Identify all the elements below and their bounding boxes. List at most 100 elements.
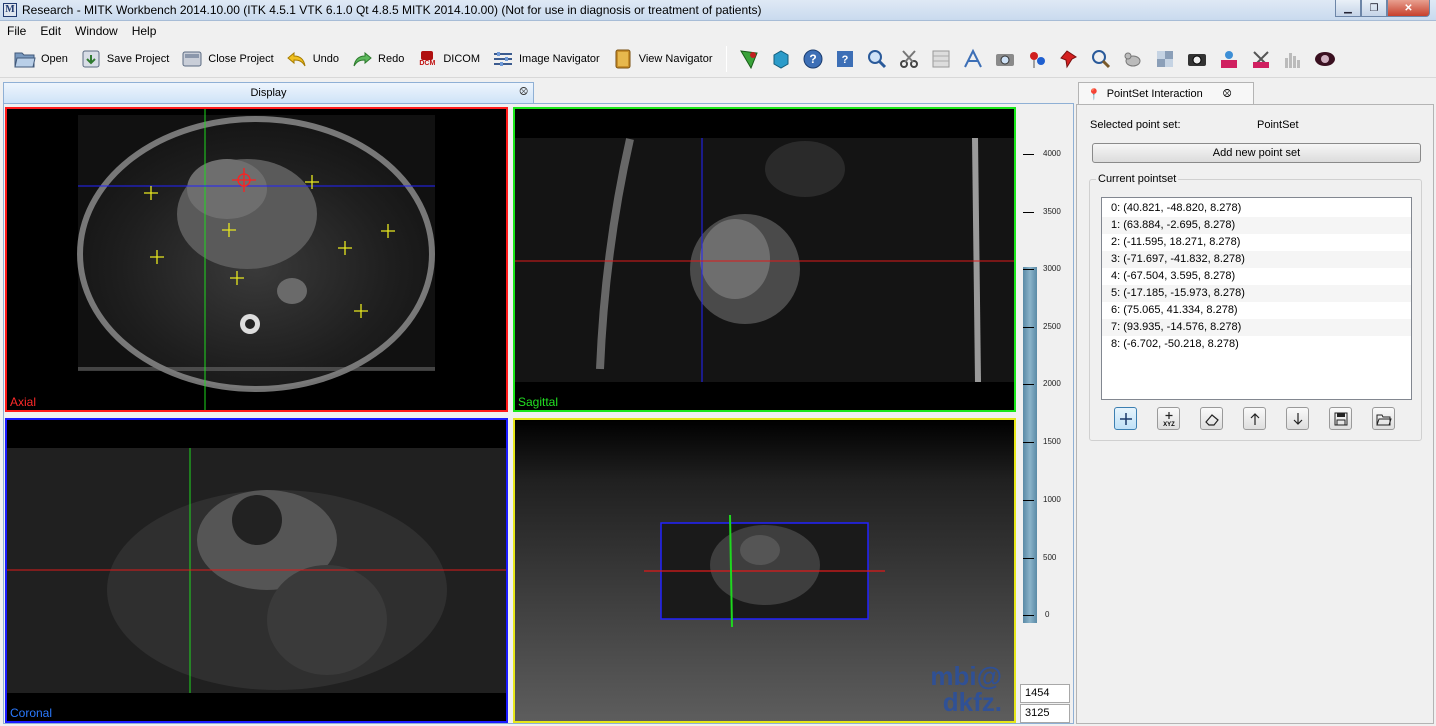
scale-label: 3000 [1043, 264, 1061, 273]
close-window-button[interactable]: ✕ [1387, 0, 1430, 17]
arrow-up-icon [1250, 412, 1259, 425]
add-point-button[interactable] [1114, 407, 1137, 430]
sagittal-image [515, 137, 1014, 383]
pointset-pin-icon[interactable] [1057, 47, 1081, 71]
maximize-button[interactable]: ❐ [1361, 0, 1387, 17]
window-field[interactable]: 3125 [1020, 704, 1070, 723]
save-project-button[interactable]: Save Project [76, 44, 173, 74]
pointset-tab-label: PointSet Interaction [1106, 88, 1203, 100]
menu-help[interactable]: Help [125, 24, 164, 38]
context-help-icon[interactable]: ? [833, 47, 857, 71]
pin-icon: 📍 [1087, 88, 1101, 101]
close-project-button[interactable]: Close Project [177, 44, 277, 74]
volume-cube-icon[interactable] [769, 47, 793, 71]
scale-label: 500 [1043, 553, 1057, 562]
svg-text:?: ? [810, 52, 817, 66]
sagittal-view[interactable]: Sagittal [513, 107, 1016, 412]
segmentation-icon[interactable] [737, 47, 761, 71]
scale-label: 2500 [1043, 322, 1061, 331]
camera-icon[interactable] [1185, 47, 1209, 71]
overlay-grid-icon[interactable] [929, 47, 953, 71]
tab-display[interactable]: Display ⮾ [3, 82, 534, 103]
magnifier-icon[interactable] [865, 47, 889, 71]
undo-button[interactable]: Undo [282, 44, 343, 74]
point-item[interactable]: 2: (-11.595, 18.271, 8.278) [1102, 234, 1411, 251]
svg-text:?: ? [842, 54, 849, 66]
undo-label: Undo [312, 53, 340, 65]
save-pointset-button[interactable] [1329, 407, 1352, 430]
scissors-icon[interactable] [897, 47, 921, 71]
load-pointset-button[interactable] [1372, 407, 1395, 430]
close-icon[interactable]: ⮾ [1223, 88, 1232, 101]
pointset-pins-icon[interactable] [1025, 47, 1049, 71]
eye-icon[interactable] [1313, 47, 1337, 71]
svg-text:XYZ: XYZ [1163, 422, 1175, 427]
axial-view[interactable]: Axial [5, 107, 508, 412]
coronal-label: Coronal [10, 706, 53, 720]
menu-bar: File Edit Window Help [0, 21, 1436, 41]
histogram-icon[interactable] [1281, 47, 1305, 71]
image-navigator-label: Image Navigator [518, 53, 600, 65]
point-item[interactable]: 7: (93.935, -14.576, 8.278) [1102, 319, 1411, 336]
registration-icon[interactable] [1217, 47, 1241, 71]
plus-icon [1119, 412, 1132, 425]
move-up-button[interactable] [1243, 407, 1266, 430]
help-icon[interactable]: ? [801, 47, 825, 71]
minimize-button[interactable]: ▁ [1335, 0, 1361, 17]
open-folder-icon [14, 48, 36, 70]
scale-label: 2000 [1043, 379, 1061, 388]
texture-icon[interactable] [1153, 47, 1177, 71]
redo-button[interactable]: Redo [347, 44, 408, 74]
add-point-xyz-button[interactable]: XYZ [1157, 407, 1180, 430]
move-down-button[interactable] [1286, 407, 1309, 430]
measurement-icon[interactable] [961, 47, 985, 71]
close-icon[interactable]: ⮾ [519, 86, 528, 99]
point-item[interactable]: 5: (-17.185, -15.973, 8.278) [1102, 285, 1411, 302]
arrow-down-icon [1293, 412, 1302, 425]
display-tab-label: Display [250, 87, 287, 99]
tick-mark [1023, 327, 1034, 328]
menu-edit[interactable]: Edit [33, 24, 68, 38]
eraser-icon [1204, 413, 1219, 426]
remove-point-button[interactable] [1200, 407, 1223, 430]
view-navigator-button[interactable]: View Navigator [608, 44, 717, 74]
image-navigator-button[interactable]: Image Navigator [488, 44, 604, 74]
menu-window[interactable]: Window [68, 24, 125, 38]
open-folder-icon [1375, 414, 1392, 425]
3d-view[interactable]: mbi@ dkfz. [513, 418, 1016, 723]
tick-mark [1023, 558, 1034, 559]
tick-mark [1023, 500, 1034, 501]
search-zoom-icon[interactable] [1089, 47, 1113, 71]
tick-mark [1023, 154, 1034, 155]
toolbar-separator [726, 46, 728, 72]
redo-label: Redo [378, 53, 405, 65]
add-pointset-button[interactable]: Add new point set [1092, 143, 1421, 163]
window-controls: ▁ ❐ ✕ [1335, 0, 1430, 17]
plus-xyz-icon: XYZ [1163, 411, 1175, 427]
scale-label: 0 [1045, 610, 1050, 619]
point-list[interactable]: 0: (40.821, -48.820, 8.278) 1: (63.884, … [1101, 197, 1412, 400]
tools-icon[interactable] [1249, 47, 1273, 71]
point-item[interactable]: 3: (-71.697, -41.832, 8.278) [1102, 251, 1411, 268]
screenshot-camera-icon[interactable] [993, 47, 1017, 71]
selected-pointset-value[interactable]: PointSet [1257, 119, 1299, 131]
dicom-button[interactable]: DCM DICOM [412, 44, 484, 74]
animal-model-icon[interactable] [1121, 47, 1145, 71]
level-window-bar[interactable] [1023, 267, 1037, 623]
tab-pointset-interaction[interactable]: 📍 PointSet Interaction ⮾ [1078, 82, 1254, 105]
coronal-view[interactable]: Coronal [5, 418, 508, 723]
point-item[interactable]: 6: (75.065, 41.334, 8.278) [1102, 302, 1411, 319]
point-item[interactable]: 4: (-67.504, 3.595, 8.278) [1102, 268, 1411, 285]
point-actions: XYZ [1114, 407, 1404, 431]
scale-label: 4000 [1043, 149, 1061, 158]
open-button[interactable]: Open [10, 44, 72, 74]
title-bar: M Research - MITK Workbench 2014.10.00 (… [0, 0, 1436, 21]
main-toolbar: Open Save Project Close Project Undo Red… [0, 41, 1436, 78]
level-window-widget[interactable]: 4000 3500 3000 2500 2000 1500 1000 500 0… [1018, 107, 1071, 723]
tick-mark [1023, 384, 1034, 385]
point-item[interactable]: 0: (40.821, -48.820, 8.278) [1102, 200, 1411, 217]
menu-file[interactable]: File [0, 24, 33, 38]
level-field[interactable]: 1454 [1020, 684, 1070, 703]
point-item[interactable]: 8: (-6.702, -50.218, 8.278) [1102, 336, 1411, 353]
point-item[interactable]: 1: (63.884, -2.695, 8.278) [1102, 217, 1411, 234]
